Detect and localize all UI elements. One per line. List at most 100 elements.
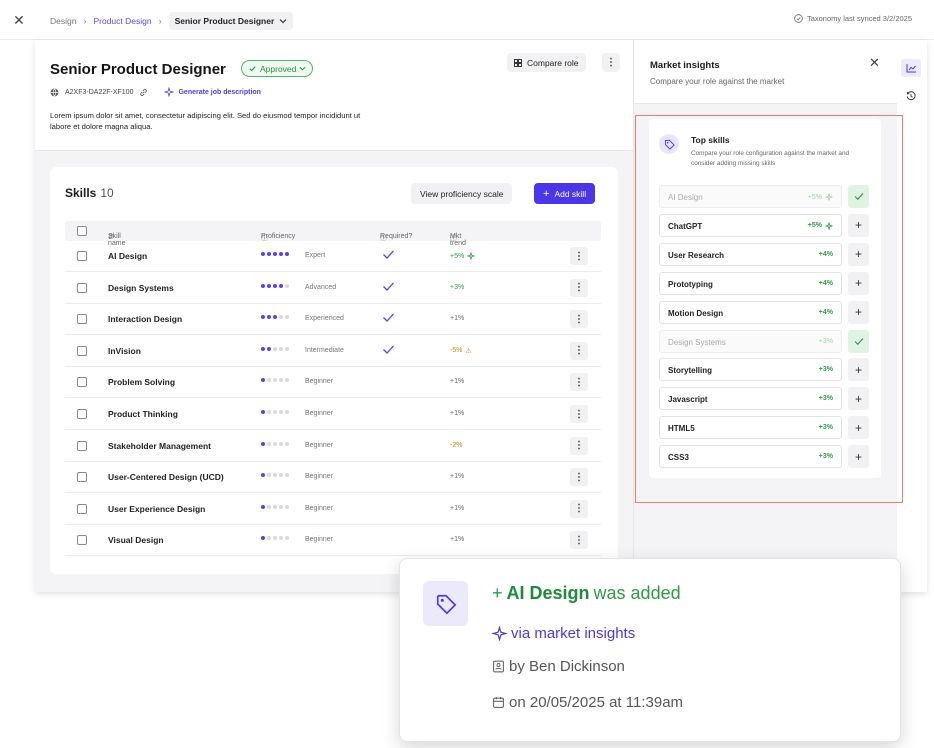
add-market-skill-button[interactable]: + (848, 445, 869, 469)
table-row[interactable]: Product Thinking Beginner +1% ⋮ (65, 399, 601, 430)
market-skill-name: Storytelling (668, 366, 713, 376)
kebab-icon: ⋮ (574, 503, 584, 515)
trend-value: +3% (818, 366, 833, 374)
proficiency-dots (261, 441, 289, 446)
trend-value: -2% (450, 441, 463, 449)
table-row[interactable]: Design Systems Advanced +3% ⋮ (65, 273, 601, 304)
proficiency-dot (261, 504, 265, 509)
trend-value: +1% (450, 536, 465, 544)
added-skill-button[interactable] (848, 185, 869, 208)
close-icon[interactable]: ✕ (869, 55, 880, 71)
row-checkbox[interactable] (77, 377, 87, 388)
market-skill-box: Design Systems +3% (659, 329, 842, 353)
add-market-skill-button[interactable]: + (848, 358, 869, 382)
toast-headline: + AI Design was added (492, 583, 681, 604)
kebab-icon: ⋮ (606, 57, 616, 68)
sparkle-icon (492, 626, 507, 641)
proficiency-dot (285, 504, 289, 509)
table-row[interactable]: InVision Intermediate -5% ⚠ ⋮ (65, 336, 601, 367)
required-check-icon (382, 344, 395, 355)
row-checkbox[interactable] (77, 409, 87, 419)
row-more-button[interactable]: ⋮ (570, 310, 588, 329)
table-row[interactable]: Stakeholder Management Beginner -2% ⋮ (65, 431, 601, 462)
add-skill-button[interactable]: + Add skill (534, 183, 596, 204)
proficiency-level: Intermediate (305, 346, 344, 354)
breadcrumb-current-dropdown[interactable]: Senior Product Designer (168, 11, 294, 30)
tag-icon (423, 581, 468, 626)
tag-icon (659, 134, 679, 154)
proficiency-level: Beginner (305, 536, 334, 544)
add-market-skill-button[interactable]: + (848, 271, 869, 295)
market-trend: +1% (450, 536, 464, 543)
add-market-skill-button[interactable]: + (848, 213, 869, 237)
row-checkbox[interactable] (77, 472, 87, 483)
row-checkbox[interactable] (77, 345, 87, 356)
close-icon[interactable]: ✕ (10, 11, 28, 29)
plus-icon: + (854, 218, 862, 233)
chart-icon[interactable] (901, 59, 921, 77)
row-checkbox[interactable] (77, 503, 87, 514)
table-row[interactable]: AI Design Expert +5% ⋮ (65, 241, 601, 272)
proficiency-dot (285, 315, 289, 320)
role-more-button[interactable]: ⋮ (602, 53, 620, 72)
breadcrumb: Design › Product Design › Senior Product… (50, 10, 294, 31)
history-icon[interactable] (901, 87, 921, 105)
toast-suffix: was added (593, 583, 681, 603)
row-checkbox[interactable] (77, 314, 87, 325)
link-icon[interactable] (139, 88, 148, 97)
select-all-checkbox[interactable] (77, 226, 87, 236)
trend-value: +5% (807, 193, 822, 201)
table-row[interactable]: User-Centered Design (UCD) Beginner +1% ⋮ (65, 462, 601, 494)
row-more-button[interactable]: ⋮ (570, 499, 588, 518)
row-more-button[interactable]: ⋮ (570, 531, 588, 550)
proficiency-dot (261, 378, 265, 383)
market-skill-trend: +3% (819, 366, 833, 373)
row-checkbox[interactable] (77, 282, 87, 293)
table-row[interactable]: Problem Solving Beginner +1% ⋮ (65, 367, 601, 399)
row-checkbox[interactable] (77, 440, 87, 451)
add-market-skill-button[interactable]: + (848, 242, 869, 266)
row-more-button[interactable]: ⋮ (570, 436, 588, 455)
skill-name: User-Centered Design (UCD) (108, 472, 224, 483)
proficiency-dots (261, 410, 289, 414)
app-root: ✕ Design › Product Design › Senior Produ… (0, 0, 934, 748)
market-trend: +1% (450, 378, 464, 385)
proficiency-dot (279, 473, 283, 478)
add-market-skill-button[interactable]: + (848, 416, 869, 440)
row-more-button[interactable]: ⋮ (570, 405, 588, 423)
plus-icon: + (854, 305, 862, 320)
row-more-button[interactable]: ⋮ (570, 341, 588, 360)
skill-added-toast: + AI Design was added via market insight… (399, 558, 901, 742)
table-row[interactable]: User Experience Design Beginner +1% ⋮ (65, 494, 601, 525)
kebab-icon: ⋮ (574, 313, 584, 325)
row-more-button[interactable]: ⋮ (570, 278, 588, 297)
table-row[interactable]: Interaction Design Experienced +1% ⋮ (65, 304, 601, 336)
market-trend: +1% (450, 410, 464, 417)
skill-name: Visual Design (108, 535, 164, 546)
breadcrumb-item-design[interactable]: Design (50, 16, 76, 26)
row-more-button[interactable]: ⋮ (570, 373, 588, 392)
panel-title: Market insights (650, 60, 720, 71)
market-skill-item: Storytelling +3% + (659, 358, 871, 382)
toast-source-label: via market insights (511, 625, 636, 642)
check-icon (854, 193, 863, 201)
added-skill-button[interactable] (848, 329, 869, 353)
proficiency-dot (279, 378, 283, 383)
compare-role-button[interactable]: Compare role (507, 53, 586, 72)
breadcrumb-item-product-design[interactable]: Product Design (93, 16, 151, 26)
grid-icon (514, 58, 522, 67)
row-checkbox[interactable] (77, 535, 87, 546)
view-proficiency-scale-button[interactable]: View proficiency scale (411, 183, 513, 204)
row-more-button[interactable]: ⋮ (570, 468, 588, 487)
market-trend: +1% (450, 505, 464, 512)
generate-job-description-link[interactable]: Generate job description (164, 87, 261, 97)
add-market-skill-button[interactable]: + (848, 387, 869, 411)
table-row[interactable]: Visual Design Beginner +1% ⋮ (65, 525, 601, 557)
add-market-skill-button[interactable]: + (848, 300, 869, 324)
kebab-icon: ⋮ (574, 471, 584, 483)
row-more-button[interactable]: ⋮ (570, 247, 588, 265)
required-check-icon (382, 312, 395, 323)
status-badge[interactable]: Approved (241, 60, 314, 77)
row-checkbox[interactable] (77, 251, 87, 261)
proficiency-dot (273, 283, 277, 288)
